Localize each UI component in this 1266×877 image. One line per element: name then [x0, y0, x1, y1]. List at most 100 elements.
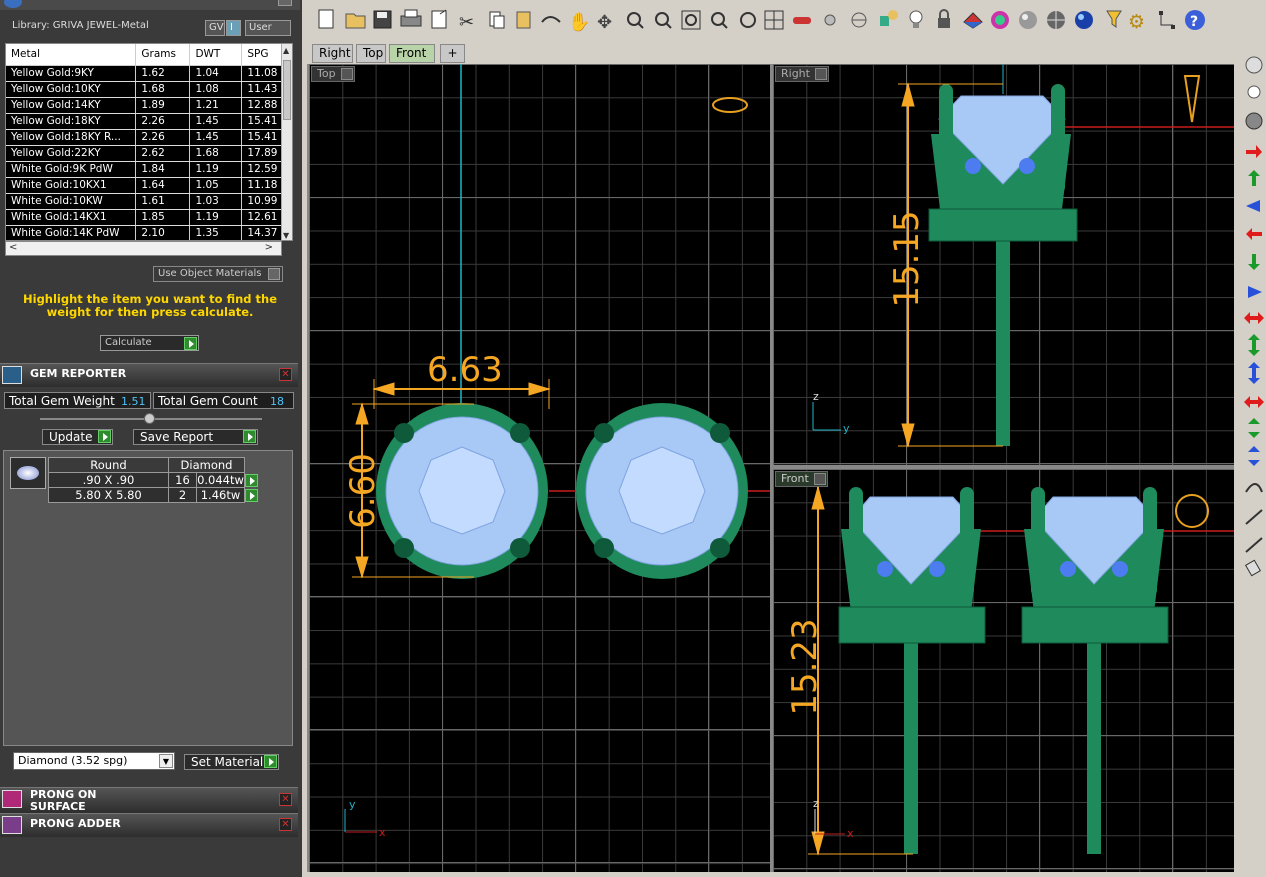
- undo-icon[interactable]: [541, 16, 561, 23]
- right-viewport[interactable]: 15.15 z y Right: [773, 64, 1234, 465]
- gem-reporter-header[interactable]: GEM REPORTER ✕: [0, 363, 298, 387]
- table-row[interactable]: Yellow Gold:10KY 1.68 1.08 11.43: [6, 81, 284, 98]
- car-icon[interactable]: [793, 17, 811, 24]
- close-icon[interactable]: ✕: [279, 818, 292, 831]
- gv-toggle-icon[interactable]: I: [226, 20, 241, 36]
- export-icon[interactable]: [431, 9, 447, 29]
- metal-table-vscroll[interactable]: ▲ ▼: [281, 44, 292, 240]
- zoom-icon[interactable]: [627, 12, 644, 29]
- line-tool-2-icon[interactable]: [1245, 537, 1263, 553]
- earring-left-top[interactable]: [376, 403, 548, 579]
- help-icon[interactable]: ?: [1185, 10, 1205, 30]
- render-mesh-icon[interactable]: [1047, 11, 1065, 29]
- blue-sphere-icon[interactable]: [1075, 11, 1093, 29]
- front-viewport-label[interactable]: Front: [775, 471, 828, 487]
- close-icon[interactable]: ✕: [279, 793, 292, 806]
- move-left-arrow-icon[interactable]: [1246, 228, 1262, 240]
- table-row[interactable]: White Gold:14KX1 1.85 1.19 12.61: [6, 209, 284, 226]
- tab-top[interactable]: Top: [356, 44, 386, 63]
- table-row[interactable]: Yellow Gold:9KY 1.62 1.04 11.08: [6, 65, 284, 82]
- scroll-left-icon[interactable]: <: [9, 242, 17, 253]
- table-row[interactable]: Yellow Gold:18KY R... 2.26 1.45 15.41: [6, 129, 284, 146]
- new-file-icon[interactable]: [318, 9, 334, 29]
- gem-row-select[interactable]: [245, 473, 259, 488]
- table-row[interactable]: White Gold:9K PdW 1.84 1.19 12.59: [6, 161, 284, 178]
- gem-row[interactable]: 5.80 X 5.80 2 1.46tw: [48, 487, 259, 503]
- save-report-button[interactable]: Save Report: [133, 429, 258, 445]
- top-viewport[interactable]: 6.63 6.60 y x Top: [309, 64, 770, 872]
- eraser-icon[interactable]: [1244, 559, 1262, 577]
- move-3d-arrow-icon[interactable]: [1246, 200, 1260, 212]
- target-icon[interactable]: [851, 12, 867, 28]
- light-bulb-icon[interactable]: [1247, 85, 1261, 99]
- front-viewport[interactable]: 15.23 z x Front: [773, 469, 1234, 872]
- curve-tool-icon[interactable]: [1245, 483, 1263, 493]
- gem-row-select[interactable]: [245, 488, 259, 503]
- filter-icon[interactable]: [1106, 10, 1122, 28]
- pan-hand-icon[interactable]: ✋: [568, 11, 590, 33]
- set-material-button[interactable]: Set Material: [184, 754, 279, 770]
- earring-left-front[interactable]: [838, 487, 986, 854]
- table-row[interactable]: Yellow Gold:14KY 1.89 1.21 12.88: [6, 97, 284, 114]
- zoom-selected-icon[interactable]: [711, 12, 728, 29]
- scale-uniform-icon[interactable]: [1244, 396, 1264, 408]
- use-object-materials-dropdown[interactable]: Use Object Materials: [153, 266, 283, 282]
- color-wheel-icon[interactable]: [991, 11, 1009, 29]
- layers-icon[interactable]: [963, 12, 983, 29]
- save-icon[interactable]: [373, 10, 392, 29]
- move-icon[interactable]: ✥: [597, 12, 612, 33]
- material-select[interactable]: Diamond (3.52 spg) ▼: [13, 752, 175, 770]
- light-bulb-icon[interactable]: [909, 10, 923, 28]
- scroll-right-icon[interactable]: >: [265, 242, 273, 253]
- top-viewport-label[interactable]: Top: [311, 66, 355, 82]
- view-rotate-icon[interactable]: [1245, 56, 1263, 74]
- object-snap-icon[interactable]: [824, 14, 836, 26]
- mirror-3d-icon[interactable]: [1248, 446, 1260, 466]
- four-viewports-icon[interactable]: [764, 10, 784, 30]
- dropdown-icon[interactable]: [813, 473, 826, 485]
- user-button[interactable]: User: [245, 20, 291, 36]
- table-row[interactable]: White Gold:10KX1 1.64 1.05 11.18: [6, 177, 284, 194]
- zoom-extents-icon[interactable]: [681, 10, 701, 30]
- right-viewport-label[interactable]: Right: [775, 66, 829, 82]
- shade-sphere-icon[interactable]: [1245, 112, 1263, 130]
- round-gem-thumbnail[interactable]: [10, 457, 46, 489]
- metal-table-hscroll[interactable]: < >: [5, 241, 282, 256]
- table-row[interactable]: Yellow Gold:22KY 2.62 1.68 17.89: [6, 145, 284, 162]
- scroll-down-icon[interactable]: ▼: [283, 231, 289, 240]
- scroll-up-icon[interactable]: ▲: [283, 46, 289, 55]
- move-3d-down-icon[interactable]: [1248, 286, 1262, 298]
- earring-right-top[interactable]: [576, 403, 748, 579]
- metal-table-header-cell[interactable]: Grams: [135, 44, 191, 66]
- earring-right-front[interactable]: [1021, 487, 1169, 854]
- update-button[interactable]: Update: [42, 429, 113, 445]
- gem-slider-thumb[interactable]: [144, 413, 155, 424]
- scale-horizontal-icon[interactable]: [1244, 312, 1264, 324]
- line-tool-icon[interactable]: [1245, 509, 1263, 525]
- tab-right[interactable]: Right: [312, 44, 353, 63]
- move-up-arrow-icon[interactable]: [1248, 170, 1260, 186]
- calculate-button[interactable]: Calculate: [100, 335, 199, 351]
- scale-vertical-icon[interactable]: [1248, 334, 1260, 356]
- scale-3d-icon[interactable]: [1248, 362, 1260, 384]
- shapes-icon[interactable]: [880, 10, 898, 26]
- close-icon[interactable]: ✕: [279, 368, 292, 381]
- open-folder-icon[interactable]: [345, 13, 366, 29]
- metal-table-header-cell[interactable]: DWT: [189, 44, 243, 66]
- scroll-thumb[interactable]: [283, 60, 291, 120]
- gv-button[interactable]: GV: [205, 20, 225, 36]
- move-down-arrow-icon[interactable]: [1248, 254, 1260, 270]
- nodes-icon[interactable]: [1159, 11, 1175, 29]
- rotate-view-icon[interactable]: [740, 12, 756, 28]
- prong-on-surface-header[interactable]: PRONG ON SURFACE ✕: [0, 787, 298, 813]
- mirror-vertical-icon[interactable]: [1248, 418, 1260, 438]
- settings-icon[interactable]: ⚙: [1128, 11, 1145, 33]
- print-icon[interactable]: [400, 9, 422, 27]
- copy-icon[interactable]: [489, 11, 505, 29]
- metal-table-header-cell[interactable]: SPG: [241, 44, 284, 66]
- paste-icon[interactable]: [516, 11, 531, 29]
- dropdown-icon[interactable]: [814, 68, 827, 80]
- dropdown-icon[interactable]: [340, 68, 353, 80]
- lock-icon[interactable]: [938, 9, 950, 28]
- tab-front[interactable]: Front: [389, 44, 435, 63]
